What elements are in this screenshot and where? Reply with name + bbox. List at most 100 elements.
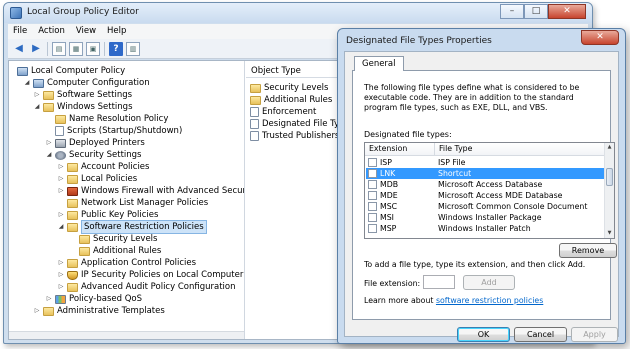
column-header-extension[interactable]: Extension (369, 143, 407, 155)
view-icon[interactable]: ▥ (126, 41, 140, 56)
tree-item-scripts[interactable]: Scripts (Startup/Shutdown) (45, 125, 182, 137)
list-item-security-levels[interactable]: Security Levels (250, 82, 328, 94)
minimize-button[interactable]: – (500, 4, 524, 19)
expand-arrow-icon[interactable]: ▷ (45, 293, 53, 305)
scroll-up-arrow-icon[interactable]: ▲ (605, 143, 614, 152)
tree-item-policy-based-qos[interactable]: ▷ Policy-based QoS (45, 293, 142, 305)
folder-icon (79, 246, 90, 256)
expand-arrow-icon[interactable]: ▷ (33, 305, 41, 317)
maximize-button[interactable]: □ (524, 4, 548, 19)
expand-arrow-icon[interactable]: ▷ (57, 269, 65, 281)
tree-item-security-levels[interactable]: Security Levels (69, 233, 157, 245)
show-tree-icon[interactable]: ▦ (69, 41, 83, 56)
file-types-list[interactable]: Extension File Type ISP ISP File LNK Sho… (364, 142, 615, 239)
designated-file-types-dialog: Designated File Types Properties ✕ Gener… (337, 28, 626, 344)
collapse-arrow-icon[interactable]: ◢ (57, 221, 65, 233)
dialog-title: Designated File Types Properties (346, 36, 492, 46)
tab-general[interactable]: General (354, 56, 404, 71)
file-type-row[interactable]: MSI Windows Installer Package (366, 212, 604, 223)
tree-item-local-policies[interactable]: ▷ Local Policies (57, 173, 137, 185)
up-folder-icon[interactable]: ▤ (52, 41, 66, 56)
printer-icon (55, 138, 66, 148)
file-type-row[interactable]: MSP Windows Installer Patch (366, 223, 604, 234)
back-arrow-icon[interactable]: ◀ (12, 42, 26, 56)
tree-item-application-control[interactable]: ▷ Application Control Policies (57, 257, 196, 269)
file-type-icon (368, 158, 377, 167)
file-type-row[interactable]: ISP ISP File (366, 157, 604, 168)
menu-help[interactable]: Help (102, 24, 132, 39)
menu-view[interactable]: View (71, 24, 102, 39)
learn-more-text: Learn more about software restriction po… (364, 296, 544, 305)
expand-arrow-icon[interactable]: ▷ (57, 257, 65, 269)
file-type-icon (368, 224, 377, 233)
file-type-row[interactable]: MDB Microsoft Access Database (366, 179, 604, 190)
expand-arrow-icon[interactable]: ▷ (57, 161, 65, 173)
expand-arrow-icon[interactable]: ▷ (33, 89, 41, 101)
list-item-trusted-publishers[interactable]: Trusted Publishers (250, 130, 339, 142)
close-button[interactable]: ✕ (548, 4, 586, 19)
forward-arrow-icon[interactable]: ▶ (29, 42, 43, 56)
folder-open-icon (67, 222, 78, 232)
tree-item-name-resolution-policy[interactable]: Name Resolution Policy (45, 113, 168, 125)
cancel-button[interactable]: Cancel (514, 327, 567, 342)
folder-icon (43, 306, 54, 316)
expand-arrow-icon[interactable]: ▷ (57, 281, 65, 293)
list-item-additional-rules[interactable]: Additional Rules (250, 94, 332, 106)
folder-icon (43, 102, 54, 112)
dialog-close-button[interactable]: ✕ (581, 30, 619, 45)
file-extension-input[interactable] (423, 275, 455, 289)
qos-chart-icon (55, 294, 66, 304)
ok-button[interactable]: OK (457, 327, 510, 342)
tree-item-software-restriction-policies[interactable]: ◢ Software Restriction Policies (57, 220, 207, 234)
ip-security-icon (67, 270, 78, 280)
collapse-arrow-icon[interactable]: ◢ (45, 149, 53, 161)
list-item-enforcement[interactable]: Enforcement (250, 106, 316, 118)
menu-file[interactable]: File (8, 24, 33, 39)
tree-item-computer-configuration[interactable]: ◢ Computer Configuration (23, 77, 150, 89)
folder-icon (67, 198, 78, 208)
properties-icon[interactable]: ▣ (86, 41, 100, 56)
apply-button[interactable]: Apply (571, 327, 618, 342)
tree-item-security-settings[interactable]: ◢ Security Settings (45, 149, 142, 161)
tree-item-deployed-printers[interactable]: ▷ Deployed Printers (45, 137, 145, 149)
tree-horizontal-scrollbar[interactable] (9, 331, 244, 339)
tree-item-administrative-templates[interactable]: ▷ Administrative Templates (33, 305, 165, 317)
menu-action[interactable]: Action (33, 24, 71, 39)
collapse-arrow-icon[interactable]: ◢ (33, 101, 41, 113)
remove-button[interactable]: Remove (559, 243, 617, 258)
main-titlebar[interactable]: Local Group Policy Editor – □ ✕ (4, 3, 592, 23)
file-type-row[interactable]: MDE Microsoft Access MDE Database (366, 190, 604, 201)
scroll-down-arrow-icon[interactable]: ▼ (605, 229, 614, 238)
expand-arrow-icon[interactable]: ▷ (45, 137, 53, 149)
tree-item-ip-security[interactable]: ▷ IP Security Policies on Local Computer (57, 269, 244, 281)
tree-item-network-list-manager[interactable]: Network List Manager Policies (57, 197, 208, 209)
expand-arrow-icon[interactable]: ▷ (57, 209, 65, 221)
file-type-row[interactable]: MSC Microsoft Common Console Document (366, 201, 604, 212)
tree-item-advanced-audit[interactable]: ▷ Advanced Audit Policy Configuration (57, 281, 236, 293)
add-instructions: To add a file type, type its extension, … (364, 260, 586, 269)
expand-arrow-icon[interactable]: ▷ (57, 173, 65, 185)
toolbar-separator (47, 41, 48, 56)
file-type-icon (368, 202, 377, 211)
tree-item-windows-settings[interactable]: ◢ Windows Settings (33, 101, 133, 113)
tree-item-local-computer-policy[interactable]: Local Computer Policy (17, 65, 125, 77)
tree-item-software-settings[interactable]: ▷ Software Settings (33, 89, 132, 101)
file-type-icon (368, 213, 377, 222)
file-type-row-selected[interactable]: LNK Shortcut (366, 168, 604, 179)
file-types-vertical-scrollbar[interactable]: ▲ ▼ (604, 143, 614, 238)
tree-item-account-policies[interactable]: ▷ Account Policies (57, 161, 150, 173)
policy-tree: Local Computer Policy ◢ Computer Configu… (9, 61, 245, 339)
help-icon[interactable]: ? (109, 41, 123, 56)
tree-item-windows-firewall[interactable]: ▷ Windows Firewall with Advanced Securit… (57, 185, 244, 197)
column-header-file-type[interactable]: File Type (434, 143, 472, 155)
scrollbar-thumb[interactable] (606, 168, 613, 186)
expand-arrow-icon[interactable]: ▷ (57, 185, 65, 197)
add-button[interactable]: Add (463, 275, 515, 290)
script-icon (55, 126, 64, 136)
folder-icon (43, 90, 54, 100)
folder-icon (250, 95, 261, 105)
collapse-arrow-icon[interactable]: ◢ (23, 77, 31, 89)
software-restriction-policies-link[interactable]: software restriction policies (436, 296, 543, 305)
file-types-label: Designated file types: (364, 130, 452, 139)
tree-item-additional-rules[interactable]: Additional Rules (69, 245, 161, 257)
